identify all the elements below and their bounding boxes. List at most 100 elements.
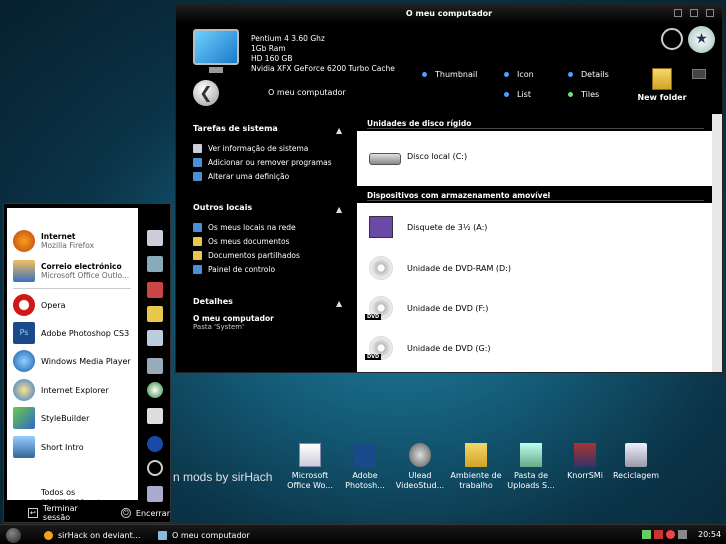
shutdown-button[interactable]: ⏻ Encerrar bbox=[120, 508, 170, 518]
program-internet-explorer[interactable]: Internet Explorer bbox=[13, 379, 109, 401]
spec-ram: 1Gb Ram bbox=[251, 44, 286, 53]
taskbar-item-my-computer[interactable]: O meu computador bbox=[158, 528, 250, 543]
system-tray bbox=[642, 530, 687, 539]
place-label: Painel de controlo bbox=[208, 264, 276, 274]
drive-floppy-a[interactable]: Disquete de 3½ (A:) bbox=[369, 216, 487, 238]
maximize-button[interactable] bbox=[690, 9, 698, 17]
pinned-email[interactable]: Correio electrónico Microsoft Office Outl… bbox=[13, 260, 129, 282]
desktop-icon-photoshop[interactable]: Adobe Photosh... bbox=[337, 443, 393, 491]
music-icon[interactable] bbox=[147, 282, 163, 298]
control-panel-icon bbox=[193, 264, 202, 274]
drive-local-c[interactable]: Disco local (C:) bbox=[369, 147, 467, 165]
ulead-icon bbox=[409, 443, 431, 467]
firefox-icon bbox=[44, 531, 53, 540]
back-button[interactable]: ❮ bbox=[193, 80, 219, 106]
icon-label-line2: trabalho bbox=[459, 481, 493, 490]
start-button[interactable] bbox=[6, 528, 21, 543]
opera-icon bbox=[13, 294, 35, 316]
drive-dvd-g[interactable]: DVD Unidade de DVD (G:) bbox=[365, 336, 491, 360]
collapse-chevron-icon[interactable]: ▲ bbox=[336, 126, 342, 135]
task-add-remove-programs[interactable]: Adicionar ou remover programas bbox=[193, 155, 332, 169]
place-network[interactable]: Os meus locais na rede bbox=[193, 220, 300, 234]
desktop-icon-ulead[interactable]: Ulead VideoStud... bbox=[392, 443, 448, 491]
program-photoshop[interactable]: Ps Adobe Photoshop CS3 bbox=[13, 322, 129, 344]
view-details[interactable]: Details bbox=[568, 70, 609, 79]
program-label: Adobe Photoshop CS3 bbox=[41, 328, 130, 338]
other-places-title[interactable]: Outros locais bbox=[193, 203, 300, 212]
program-label: Windows Media Player bbox=[41, 356, 131, 366]
place-shared-documents[interactable]: Documentos partilhados bbox=[193, 248, 300, 262]
network-icon[interactable] bbox=[147, 358, 163, 374]
close-panel-icon[interactable] bbox=[692, 69, 706, 79]
details-title[interactable]: Detalhes bbox=[193, 297, 274, 306]
place-label: Documentos partilhados bbox=[208, 250, 300, 260]
chrome-icon[interactable] bbox=[147, 382, 163, 398]
search-icon[interactable] bbox=[661, 28, 683, 50]
network-folder-icon bbox=[520, 443, 542, 467]
start-menu-programs: Internet Mozilla Firefox Correio electrón… bbox=[7, 208, 138, 506]
pictures-icon[interactable] bbox=[147, 256, 163, 272]
folder-icon[interactable] bbox=[147, 306, 163, 322]
search-icon[interactable] bbox=[147, 460, 163, 476]
program-stylebuilder[interactable]: StyleBuilder bbox=[13, 407, 89, 429]
place-my-documents[interactable]: Os meus documentos bbox=[193, 234, 300, 248]
task-label: Adicionar ou remover programas bbox=[208, 157, 332, 167]
system-tasks-title[interactable]: Tarefas de sistema bbox=[193, 124, 332, 133]
desktop-icon-desktop-folder[interactable]: Ambiente de trabalho bbox=[448, 443, 504, 491]
drive-dvdram-d[interactable]: Unidade de DVD-RAM (D:) bbox=[369, 256, 511, 280]
documents-folder-icon bbox=[193, 236, 202, 246]
close-button[interactable] bbox=[706, 9, 714, 17]
pinned-sub: Microsoft Office Outlo... bbox=[41, 271, 130, 280]
tray-alert-icon[interactable] bbox=[666, 530, 675, 539]
content-scrollbar[interactable] bbox=[712, 114, 722, 372]
task-label: Ver informação de sistema bbox=[208, 143, 309, 153]
task-view-system-info[interactable]: Ver informação de sistema bbox=[193, 141, 332, 155]
short-intro-icon bbox=[13, 436, 35, 458]
folder-icon bbox=[652, 68, 672, 90]
logoff-button[interactable]: ↩ Terminar sessão bbox=[28, 504, 107, 522]
new-folder-button[interactable]: New folder bbox=[636, 68, 688, 102]
details-desc: Pasta 'System' bbox=[193, 323, 245, 331]
desktop-icon-uploads[interactable]: Pasta de Uploads S... bbox=[503, 443, 559, 491]
collapse-chevron-icon[interactable]: ▲ bbox=[336, 205, 342, 214]
help-icon[interactable] bbox=[147, 436, 163, 452]
task-change-setting[interactable]: Alterar uma definição bbox=[193, 169, 332, 183]
power-icon: ⏻ bbox=[120, 508, 131, 518]
view-list[interactable]: List bbox=[504, 90, 531, 99]
settings-icon bbox=[193, 171, 202, 181]
system-specs: Pentium 4 3.60 Ghz 1Gb Ram HD 160 GB Nvi… bbox=[251, 34, 395, 74]
tray-app-icon[interactable] bbox=[642, 530, 651, 539]
desktop-icon-recycle-bin[interactable]: Reciclagem bbox=[608, 443, 664, 481]
pinned-internet[interactable]: Internet Mozilla Firefox bbox=[13, 230, 94, 252]
view-icon[interactable]: Icon bbox=[504, 70, 534, 79]
favorites-icon[interactable]: ★ bbox=[688, 26, 715, 53]
icon-label-line2: Office Wo... bbox=[287, 481, 333, 490]
place-control-panel[interactable]: Painel de controlo bbox=[193, 262, 300, 276]
start-menu: Internet Mozilla Firefox Correio electrón… bbox=[3, 203, 171, 523]
desktop-icon-word[interactable]: Microsoft Office Wo... bbox=[282, 443, 338, 491]
run-icon[interactable] bbox=[147, 486, 163, 502]
computer-icon[interactable] bbox=[147, 330, 163, 346]
minimize-button[interactable] bbox=[674, 9, 682, 17]
icon-label-line1: Ambiente de bbox=[450, 471, 502, 480]
view-tiles[interactable]: Tiles bbox=[568, 90, 599, 99]
program-short-intro[interactable]: Short Intro bbox=[13, 436, 84, 458]
my-computer-window: O meu computador ❮ Pentium 4 3.60 Ghz 1G… bbox=[175, 3, 723, 373]
documents-icon[interactable] bbox=[147, 230, 163, 246]
printer-icon[interactable] bbox=[147, 408, 163, 424]
desktop-icon-knorrsmi[interactable]: KnorrSMi bbox=[557, 443, 613, 481]
outlook-icon bbox=[13, 260, 35, 282]
taskbar-item-firefox[interactable]: sirHack on deviant... bbox=[44, 528, 140, 543]
ie-icon bbox=[13, 379, 35, 401]
drive-dvd-f[interactable]: DVD Unidade de DVD (F:) bbox=[365, 296, 488, 320]
drive-label: Unidade de DVD (G:) bbox=[407, 343, 491, 353]
view-thumbnail[interactable]: Thumbnail bbox=[422, 70, 477, 79]
tray-network-icon[interactable] bbox=[678, 530, 687, 539]
dvd-drive-icon: DVD bbox=[365, 296, 393, 320]
window-title: O meu computador bbox=[176, 4, 722, 23]
program-media-player[interactable]: Windows Media Player bbox=[13, 350, 131, 372]
dvd-badge: DVD bbox=[365, 314, 382, 320]
program-opera[interactable]: Opera bbox=[13, 294, 66, 316]
tray-antivirus-icon[interactable] bbox=[654, 530, 663, 539]
collapse-chevron-icon[interactable]: ▲ bbox=[336, 299, 342, 308]
